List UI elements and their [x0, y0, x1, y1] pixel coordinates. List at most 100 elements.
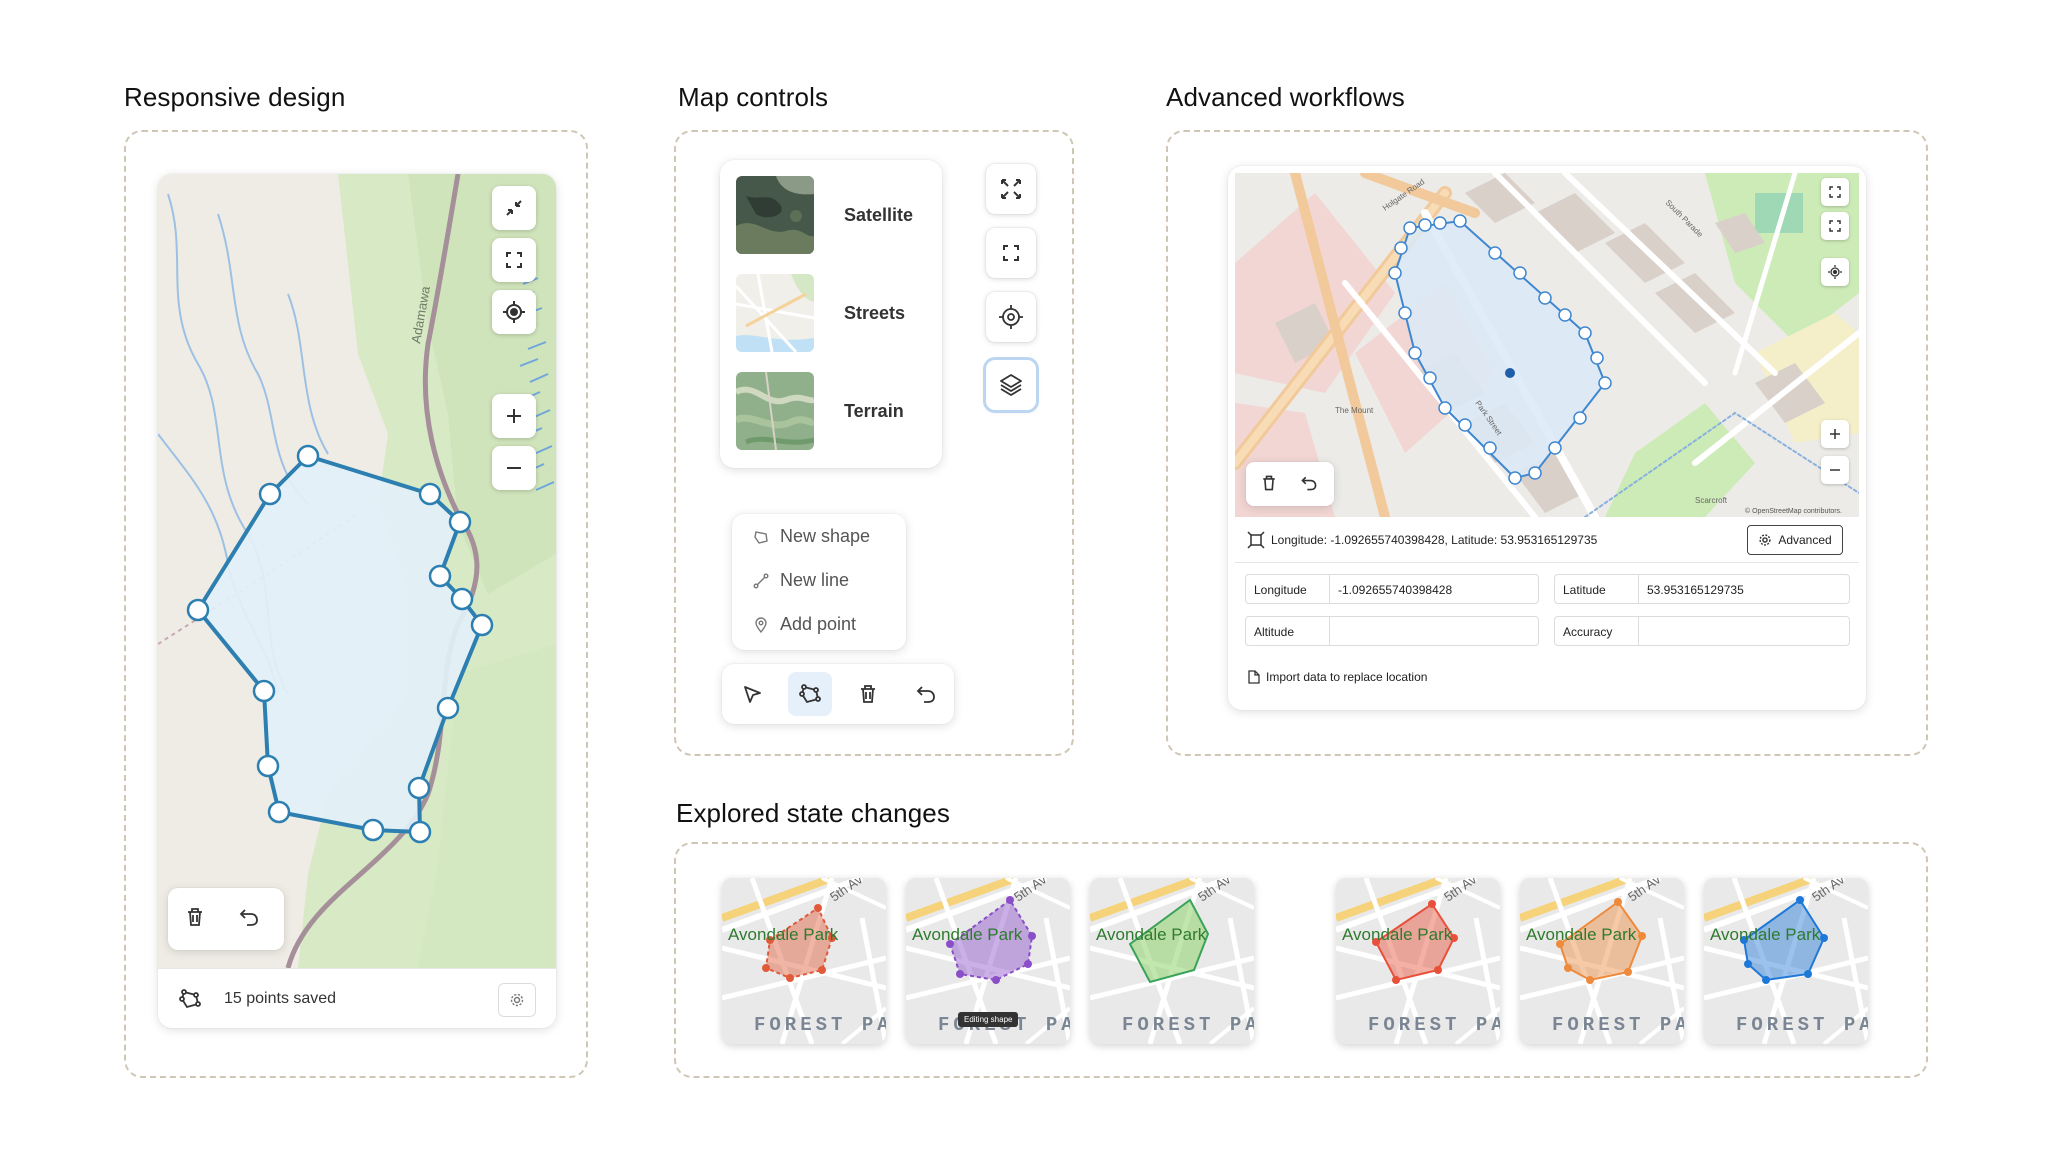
locate-button[interactable] [1821, 258, 1849, 286]
expand-icon [1829, 186, 1841, 198]
state-map-invalid: Avondale Park5th AvFOREST PA [1336, 878, 1500, 1044]
draw-toolbar [722, 664, 954, 724]
delete-button[interactable] [184, 906, 210, 932]
shape-icon [799, 684, 821, 704]
collapse-button[interactable] [492, 186, 536, 230]
section-title-advanced: Advanced workflows [1166, 82, 1405, 112]
field-label: Longitude [1246, 575, 1330, 603]
layers-icon [1000, 374, 1022, 396]
line-icon [753, 573, 769, 588]
shape-icon [754, 530, 768, 544]
undo-icon [239, 909, 258, 926]
district-label: FOREST PA [1552, 1014, 1684, 1036]
menu-label: Add point [780, 614, 857, 634]
park-label: Avondale Park [1096, 925, 1207, 944]
plus-icon [1830, 429, 1840, 439]
zoom-out-button[interactable] [1821, 456, 1849, 484]
layer-label-terrain: Terrain [844, 400, 904, 421]
field-label: Latitude [1555, 575, 1639, 603]
undo-button[interactable] [238, 906, 264, 932]
district-label: FOREST PA [1122, 1014, 1254, 1036]
layers-button[interactable] [986, 360, 1036, 410]
district-label: FOREST PA [754, 1014, 886, 1036]
draw-shape-tool-button[interactable] [788, 672, 832, 716]
collapse-icon [506, 200, 522, 216]
menu-item-add-point[interactable]: Add point [752, 614, 856, 635]
settings-button[interactable] [498, 983, 536, 1017]
gear-icon [510, 993, 524, 1007]
file-icon [1248, 670, 1260, 684]
longitude-field[interactable]: Longitude -1.092655740398428 [1245, 574, 1539, 604]
minus-icon [1830, 469, 1840, 471]
altitude-field[interactable]: Altitude [1245, 616, 1539, 646]
crosshair-shape-icon [1247, 531, 1265, 549]
state-thumbnail-editing: Avondale Park5th AvFOREST PAEditing shap… [906, 878, 1070, 1044]
map-street-label: The Mount [1335, 406, 1374, 415]
park-label: Avondale Park [912, 925, 1023, 944]
section-title-responsive: Responsive design [124, 82, 346, 112]
zoom-in-button[interactable] [1821, 420, 1849, 448]
status-bar: 15 points saved [158, 968, 556, 1028]
park-label: Avondale Park [1526, 925, 1637, 944]
accuracy-field[interactable]: Accuracy [1554, 616, 1850, 646]
fullscreen-button[interactable] [492, 238, 536, 282]
park-label: Avondale Park [728, 925, 839, 944]
streets-thumbnail [736, 274, 814, 352]
state-thumbnail-invalid: Avondale Park 5th Av FOREST PA [1336, 878, 1500, 1044]
state-thumbnail-complete: Avondale Park 5th Av FOREST PA [1090, 878, 1254, 1044]
select-tool-button[interactable] [730, 672, 774, 716]
terrain-thumbnail [736, 372, 814, 450]
state-map-complete: Avondale Park5th AvFOREST PA [1090, 878, 1254, 1044]
delete-tool-button[interactable] [846, 672, 890, 716]
locate-icon [1828, 265, 1842, 279]
undo-icon [1301, 476, 1317, 491]
coordinate-bar: Longitude: -1.092655740398428, Latitude:… [1235, 517, 1859, 563]
park-label: Avondale Park [1710, 925, 1821, 944]
mobile-edit-toolbar [168, 888, 284, 950]
plus-icon [507, 409, 521, 423]
fullscreen-icon [506, 252, 522, 268]
menu-label: New shape [780, 526, 871, 546]
draw-menu: New shape New line Add point [732, 514, 906, 650]
mobile-map-card: Adamawa 15 points saved [158, 174, 556, 1028]
editing-tooltip: Editing shape [958, 1012, 1019, 1027]
expand-button[interactable] [986, 164, 1036, 214]
zoom-out-button[interactable] [492, 446, 536, 490]
menu-item-new-line[interactable]: New line [752, 570, 849, 591]
layer-label-satellite: Satellite [844, 204, 914, 225]
expand-icon [1001, 179, 1021, 199]
trash-icon [861, 685, 875, 703]
state-thumbnail-warning: Avondale Park 5th Av FOREST PA [1520, 878, 1684, 1044]
delete-button[interactable] [1260, 474, 1278, 497]
layer-option-terrain[interactable]: Terrain [736, 372, 904, 450]
locate-button[interactable] [986, 292, 1036, 342]
menu-item-new-shape[interactable]: New shape [752, 526, 870, 547]
advanced-panel: Holgate Road The Mount Park Street South… [1228, 166, 1866, 710]
expand-button[interactable] [1821, 178, 1849, 206]
import-link[interactable]: Import data to replace location [1248, 670, 1427, 684]
layer-option-satellite[interactable]: Satellite [736, 176, 913, 254]
fullscreen-button[interactable] [986, 228, 1036, 278]
field-label: Altitude [1246, 617, 1330, 645]
undo-button[interactable] [1300, 474, 1318, 497]
pin-icon [755, 616, 767, 633]
map-edit-toolbar [1246, 462, 1334, 506]
field-label: Accuracy [1555, 617, 1639, 645]
layer-option-streets[interactable]: Streets [736, 274, 905, 352]
locate-button[interactable] [492, 290, 536, 334]
advanced-button[interactable]: Advanced [1747, 525, 1843, 555]
district-label: FOREST PA [1368, 1014, 1500, 1036]
state-thumbnail-selected: Avondale Park 5th Av FOREST PA [1704, 878, 1868, 1044]
undo-tool-button[interactable] [904, 672, 948, 716]
coordinate-text: Longitude: -1.092655740398428, Latitude:… [1271, 533, 1598, 547]
state-map-warning: Avondale Park5th AvFOREST PA [1520, 878, 1684, 1044]
import-text: Import data to replace location [1266, 670, 1428, 684]
section-title-controls: Map controls [678, 82, 829, 112]
latitude-value[interactable]: 53.953165129735 [1647, 583, 1744, 597]
fullscreen-button[interactable] [1821, 212, 1849, 240]
latitude-field[interactable]: Latitude 53.953165129735 [1554, 574, 1850, 604]
section-title-states: Explored state changes [676, 798, 950, 828]
menu-label: New line [780, 570, 850, 590]
longitude-value[interactable]: -1.092655740398428 [1338, 583, 1452, 597]
zoom-in-button[interactable] [492, 394, 536, 438]
